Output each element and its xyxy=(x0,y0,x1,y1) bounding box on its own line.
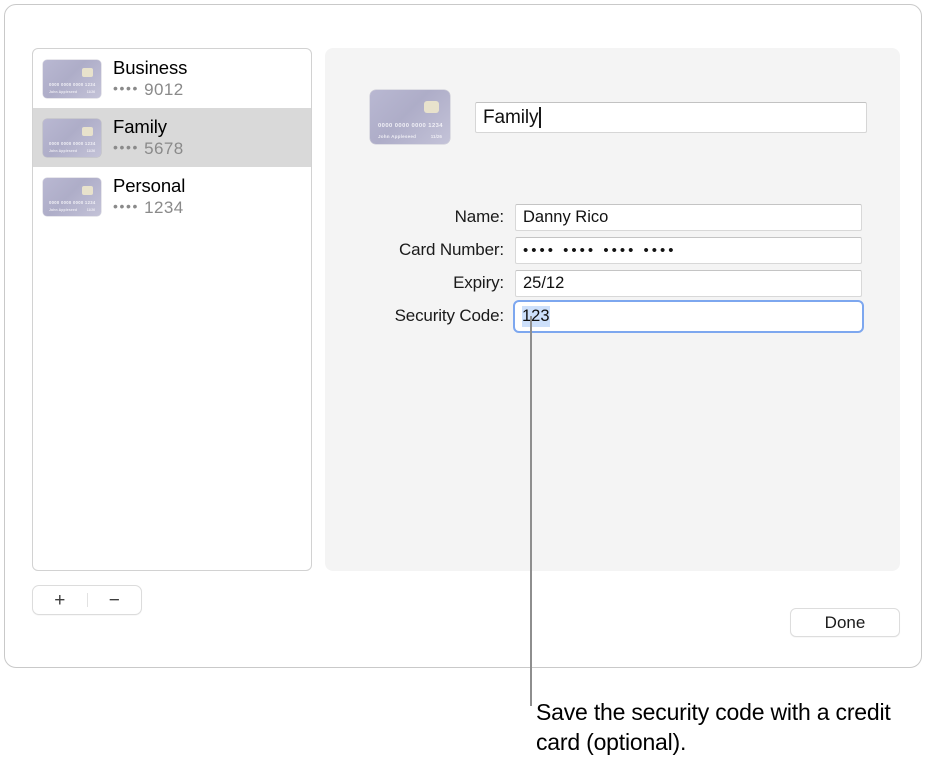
card-number-input[interactable]: •••• •••• •••• •••• xyxy=(515,237,862,264)
card-last4: •••• 1234 xyxy=(113,198,185,217)
card-name: Business xyxy=(113,58,187,79)
name-input[interactable]: Danny Rico xyxy=(515,204,862,231)
last4-digits: 1234 xyxy=(144,198,183,217)
list-item[interactable]: 0000 0000 0000 1234 John Appleseed 11/26… xyxy=(33,108,311,167)
remove-card-button[interactable]: − xyxy=(88,586,142,614)
name-label: Name: xyxy=(370,207,515,227)
security-code-input[interactable]: 123 xyxy=(515,302,862,331)
card-chip-icon xyxy=(424,101,439,113)
card-name: Personal xyxy=(113,176,185,197)
card-art-expiry: 11/26 xyxy=(431,134,442,139)
form-row-expiry: Expiry: 25/12 xyxy=(370,269,862,297)
card-title-value: Family xyxy=(483,107,538,129)
form-row-security-code: Security Code: 123 xyxy=(370,302,862,330)
card-chip-icon xyxy=(82,186,93,195)
detail-header: 0000 0000 0000 1234 John Appleseed 11/26… xyxy=(370,90,867,144)
list-item[interactable]: 0000 0000 0000 1234 John Appleseed 11/26… xyxy=(33,49,311,108)
card-detail-pane: 0000 0000 0000 1234 John Appleseed 11/26… xyxy=(325,48,900,571)
card-form: Name: Danny Rico Card Number: •••• •••• … xyxy=(370,203,862,335)
card-art-expiry: 11/26 xyxy=(87,208,95,212)
card-art-number: 0000 0000 0000 1234 xyxy=(49,82,95,87)
credit-cards-window: 0000 0000 0000 1234 John Appleseed 11/26… xyxy=(4,4,922,668)
card-last4: •••• 9012 xyxy=(113,80,187,99)
security-code-label: Security Code: xyxy=(370,306,515,326)
last4-digits: 9012 xyxy=(144,80,183,99)
card-art-number: 0000 0000 0000 1234 xyxy=(49,141,95,146)
form-row-card-number: Card Number: •••• •••• •••• •••• xyxy=(370,236,862,264)
card-art-holder: John Appleseed xyxy=(49,90,77,94)
add-card-button[interactable]: + xyxy=(33,586,87,614)
masked-dots: •••• xyxy=(113,80,139,96)
list-item[interactable]: 0000 0000 0000 1234 John Appleseed 11/26… xyxy=(33,167,311,226)
card-art-number: 0000 0000 0000 1234 xyxy=(49,200,95,205)
credit-card-icon: 0000 0000 0000 1234 John Appleseed 11/26 xyxy=(43,60,101,98)
card-art-holder: John Appleseed xyxy=(378,134,416,139)
text-caret xyxy=(539,107,541,128)
card-art-holder: John Appleseed xyxy=(49,208,77,212)
credit-card-icon: 0000 0000 0000 1234 John Appleseed 11/26 xyxy=(43,178,101,216)
masked-dots: •••• xyxy=(113,198,139,214)
card-art-expiry: 11/26 xyxy=(87,149,95,153)
done-button[interactable]: Done xyxy=(790,608,900,637)
callout-leader-line xyxy=(530,316,532,706)
card-art-number: 0000 0000 0000 1234 xyxy=(378,123,443,129)
list-item-texts: Personal •••• 1234 xyxy=(113,176,185,217)
card-art-expiry: 11/26 xyxy=(87,90,95,94)
credit-card-icon: 0000 0000 0000 1234 John Appleseed 11/26 xyxy=(43,119,101,157)
list-item-texts: Business •••• 9012 xyxy=(113,58,187,99)
card-list[interactable]: 0000 0000 0000 1234 John Appleseed 11/26… xyxy=(32,48,312,571)
credit-card-preview-icon: 0000 0000 0000 1234 John Appleseed 11/26 xyxy=(370,90,450,144)
name-value: Danny Rico xyxy=(523,208,608,227)
last4-digits: 5678 xyxy=(144,139,183,158)
add-remove-control[interactable]: + − xyxy=(32,585,142,615)
card-number-value: •••• •••• •••• •••• xyxy=(523,242,677,259)
expiry-label: Expiry: xyxy=(370,273,515,293)
form-row-name: Name: Danny Rico xyxy=(370,203,862,231)
list-item-texts: Family •••• 5678 xyxy=(113,117,184,158)
card-art-holder: John Appleseed xyxy=(49,149,77,153)
expiry-value: 25/12 xyxy=(523,274,564,293)
card-name: Family xyxy=(113,117,184,138)
card-title-input[interactable]: Family xyxy=(475,102,867,133)
card-chip-icon xyxy=(82,68,93,77)
card-last4: •••• 5678 xyxy=(113,139,184,158)
callout-caption: Save the security code with a credit car… xyxy=(536,697,926,758)
card-chip-icon xyxy=(82,127,93,136)
card-number-label: Card Number: xyxy=(370,240,515,260)
security-code-value: 123 xyxy=(522,306,550,327)
expiry-input[interactable]: 25/12 xyxy=(515,270,862,297)
masked-dots: •••• xyxy=(113,139,139,155)
